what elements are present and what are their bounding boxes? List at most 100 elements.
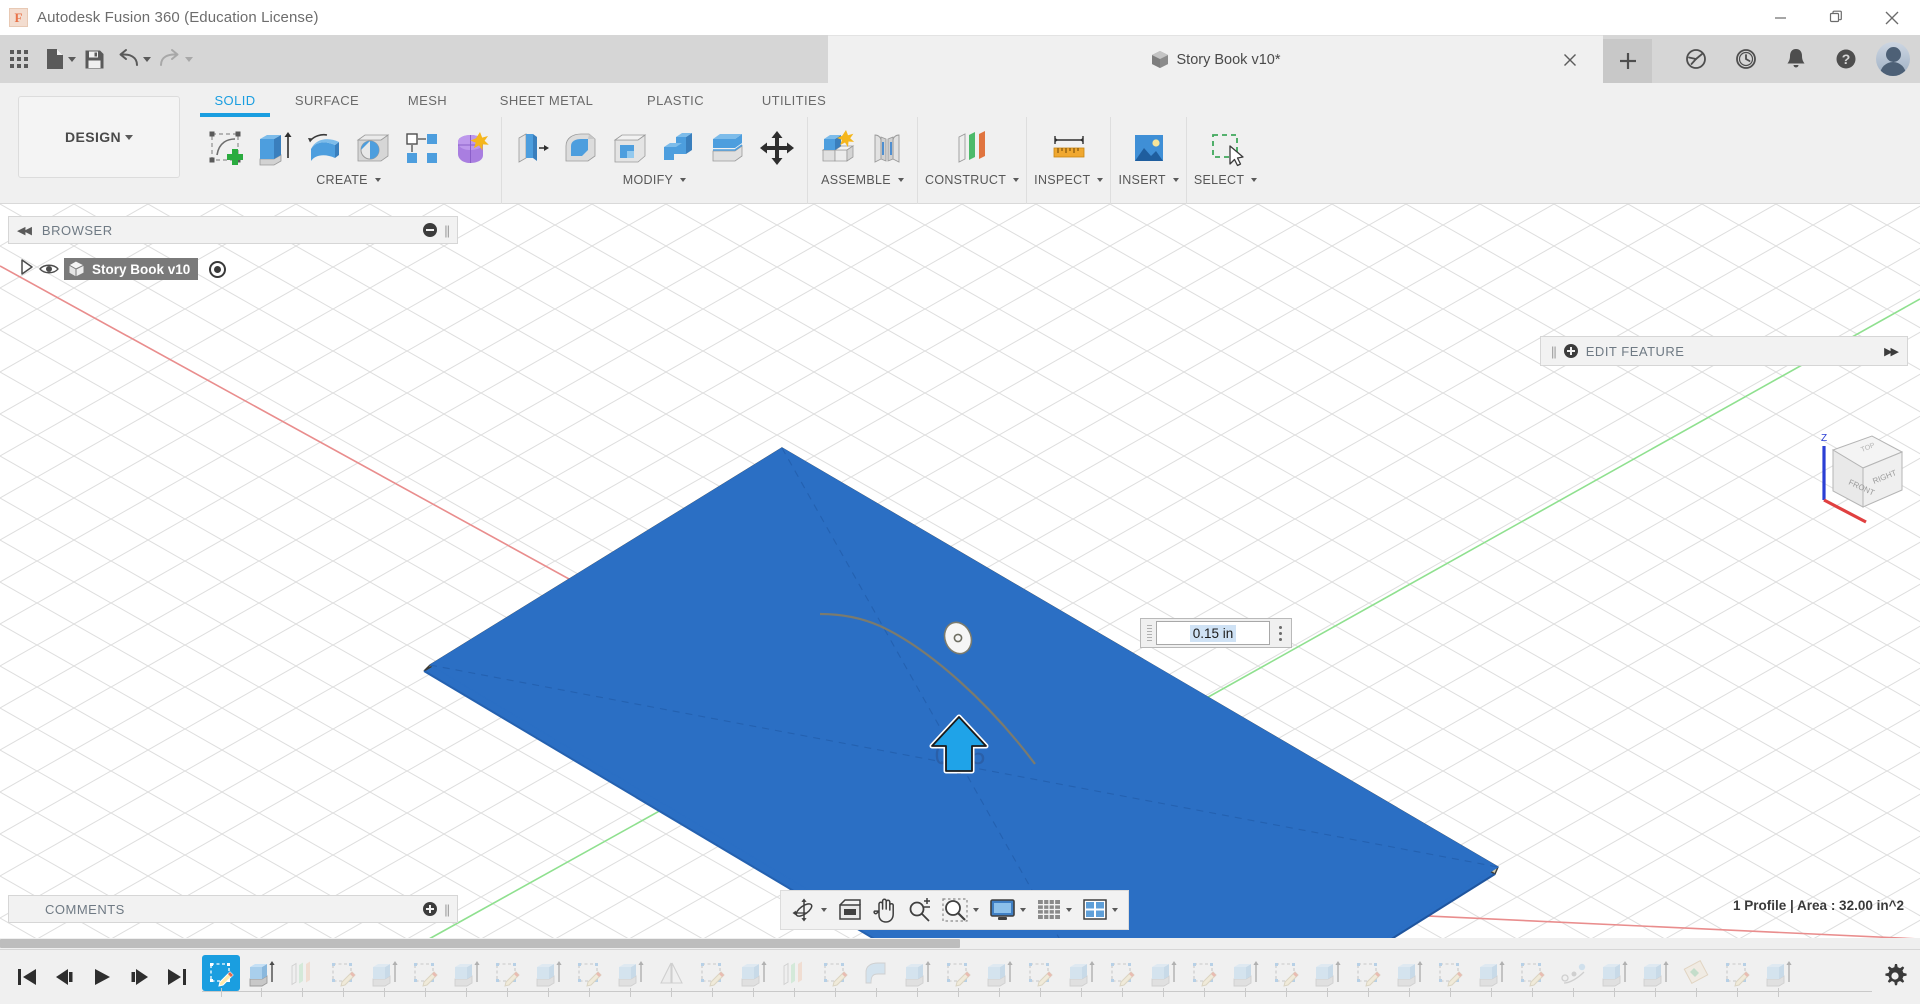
- step-forward-icon[interactable]: [128, 967, 150, 987]
- tab-surface[interactable]: SURFACE: [274, 83, 380, 117]
- ribbon-group-modify-label[interactable]: MODIFY: [623, 173, 687, 187]
- close-button[interactable]: [1864, 0, 1920, 35]
- timeline-feature-extrude[interactable]: [1224, 955, 1265, 997]
- timeline-feature-sketch[interactable]: [404, 955, 445, 997]
- browser-panel-header[interactable]: ◀◀ BROWSER ||: [8, 216, 458, 244]
- combine-icon[interactable]: [656, 121, 702, 175]
- timeline-feature-extrude[interactable]: [732, 955, 773, 997]
- tab-mesh[interactable]: MESH: [380, 83, 475, 117]
- viewport-horizontal-scrollbar[interactable]: [0, 938, 1920, 949]
- comments-panel[interactable]: COMMENTS ||: [8, 895, 458, 923]
- notifications-bell-icon[interactable]: [1772, 35, 1820, 83]
- timeline-feature-sketch[interactable]: [1183, 955, 1224, 997]
- offset-plane-icon[interactable]: [949, 121, 995, 175]
- edit-feature-expand-icon[interactable]: ▶▶: [1884, 345, 1899, 358]
- pan-icon[interactable]: [869, 892, 901, 928]
- dimension-options-menu-icon[interactable]: [1272, 625, 1288, 641]
- look-at-icon[interactable]: [833, 892, 867, 928]
- tab-sheet-metal[interactable]: SHEET METAL: [475, 83, 618, 117]
- new-component-icon[interactable]: [815, 121, 861, 175]
- scrollbar-thumb[interactable]: [0, 939, 960, 948]
- timeline-feature-sketch[interactable]: [1347, 955, 1388, 997]
- workspace-dropdown-icon[interactable]: [125, 134, 134, 140]
- insert-image-icon[interactable]: [1126, 121, 1172, 175]
- insert-dropdown-icon[interactable]: [1172, 178, 1179, 182]
- assemble-dropdown-icon[interactable]: [897, 178, 904, 182]
- joint-icon[interactable]: [864, 121, 910, 175]
- go-to-beginning-icon[interactable]: [16, 967, 38, 987]
- viewports-dropdown-icon[interactable]: [1112, 908, 1118, 912]
- timeline-feature-sketch[interactable]: [568, 955, 609, 997]
- shell-icon[interactable]: [607, 121, 653, 175]
- create-dropdown-icon[interactable]: [374, 178, 381, 182]
- job-status-clock-icon[interactable]: [1722, 35, 1770, 83]
- create-sketch-icon[interactable]: [203, 121, 249, 175]
- press-pull-icon[interactable]: [509, 121, 555, 175]
- timeline-feature-extrude[interactable]: [1142, 955, 1183, 997]
- component-activate-radio[interactable]: [209, 260, 227, 278]
- timeline-feature-mirror[interactable]: [650, 955, 691, 997]
- timeline-feature-sketch[interactable]: [1101, 955, 1142, 997]
- user-avatar[interactable]: [1876, 42, 1910, 76]
- timeline-feature-sketch[interactable]: [1716, 955, 1757, 997]
- grid-snaps-icon[interactable]: [1032, 892, 1076, 928]
- timeline-feature-extrude[interactable]: [1593, 955, 1634, 997]
- timeline-feature-appearance[interactable]: [1675, 955, 1716, 997]
- grid-snaps-dropdown-icon[interactable]: [1066, 908, 1072, 912]
- timeline-feature-sketch[interactable]: [1511, 955, 1552, 997]
- browser-minimize-icon[interactable]: [423, 223, 438, 237]
- modify-dropdown-icon[interactable]: [680, 178, 687, 182]
- timeline-settings-gear-icon[interactable]: [1882, 963, 1908, 994]
- timeline-feature-sketch[interactable]: [1265, 955, 1306, 997]
- move-copy-icon[interactable]: [754, 121, 800, 175]
- dimension-input[interactable]: 0.15 in: [1140, 618, 1292, 648]
- timeline-feature-extrude[interactable]: [363, 955, 404, 997]
- timeline-feature-sketch[interactable]: [691, 955, 732, 997]
- visibility-eye-icon[interactable]: [39, 262, 59, 276]
- 3d-viewport[interactable]: 0.15 FRONT RIGHT TOP Z: [0, 204, 1920, 949]
- close-tab-button[interactable]: [1559, 49, 1581, 71]
- timeline-feature-extrude[interactable]: [240, 955, 281, 997]
- zoom-window-icon[interactable]: [938, 892, 983, 928]
- comments-resize-grip[interactable]: ||: [444, 902, 450, 917]
- ribbon-group-inspect-label[interactable]: INSPECT: [1034, 173, 1104, 187]
- timeline-track[interactable]: [202, 950, 1920, 1004]
- ribbon-group-create-label[interactable]: CREATE: [316, 173, 381, 187]
- orbit-icon[interactable]: [787, 892, 831, 928]
- timeline-feature-sketch[interactable]: [1019, 955, 1060, 997]
- dimension-value-field[interactable]: 0.15 in: [1156, 621, 1270, 645]
- minimize-button[interactable]: [1752, 0, 1808, 35]
- timeline-feature-sketch[interactable]: [486, 955, 527, 997]
- select-window-icon[interactable]: [1203, 121, 1249, 175]
- timeline-feature-extrude[interactable]: [978, 955, 1019, 997]
- dimension-drag-grip[interactable]: [1144, 625, 1154, 641]
- display-settings-icon[interactable]: [985, 892, 1030, 928]
- new-tab-button[interactable]: [1603, 39, 1652, 83]
- go-to-end-icon[interactable]: [166, 967, 188, 987]
- help-question-icon[interactable]: ?: [1822, 35, 1870, 83]
- inspect-dropdown-icon[interactable]: [1097, 178, 1104, 182]
- tree-expand-arrow-icon[interactable]: [20, 258, 34, 280]
- timeline-feature-sketch[interactable]: [937, 955, 978, 997]
- fillet-icon[interactable]: [558, 121, 604, 175]
- browser-resize-grip[interactable]: ||: [444, 223, 450, 238]
- viewports-icon[interactable]: [1078, 892, 1122, 928]
- timeline-feature-extrude[interactable]: [1757, 955, 1798, 997]
- timeline-feature-extrude[interactable]: [1060, 955, 1101, 997]
- ribbon-group-construct-label[interactable]: CONSTRUCT: [925, 173, 1020, 187]
- revolve-icon[interactable]: [301, 121, 347, 175]
- timeline-feature-sketch[interactable]: [1429, 955, 1470, 997]
- timeline-feature-plane[interactable]: [773, 955, 814, 997]
- timeline-feature-extrude[interactable]: [527, 955, 568, 997]
- workspace-switcher[interactable]: DESIGN: [18, 96, 180, 178]
- split-face-icon[interactable]: [705, 121, 751, 175]
- timeline-feature-sketch[interactable]: [202, 954, 240, 997]
- tab-utilities[interactable]: UTILITIES: [733, 83, 855, 117]
- timeline-feature-plane[interactable]: [281, 955, 322, 997]
- extrude-icon[interactable]: [252, 121, 298, 175]
- ribbon-group-insert-label[interactable]: INSERT: [1118, 173, 1179, 187]
- browser-root-component[interactable]: Story Book v10: [64, 258, 199, 280]
- ribbon-group-assemble-label[interactable]: ASSEMBLE: [821, 173, 904, 187]
- timeline-feature-extrude[interactable]: [1388, 955, 1429, 997]
- construct-dropdown-icon[interactable]: [1013, 178, 1020, 182]
